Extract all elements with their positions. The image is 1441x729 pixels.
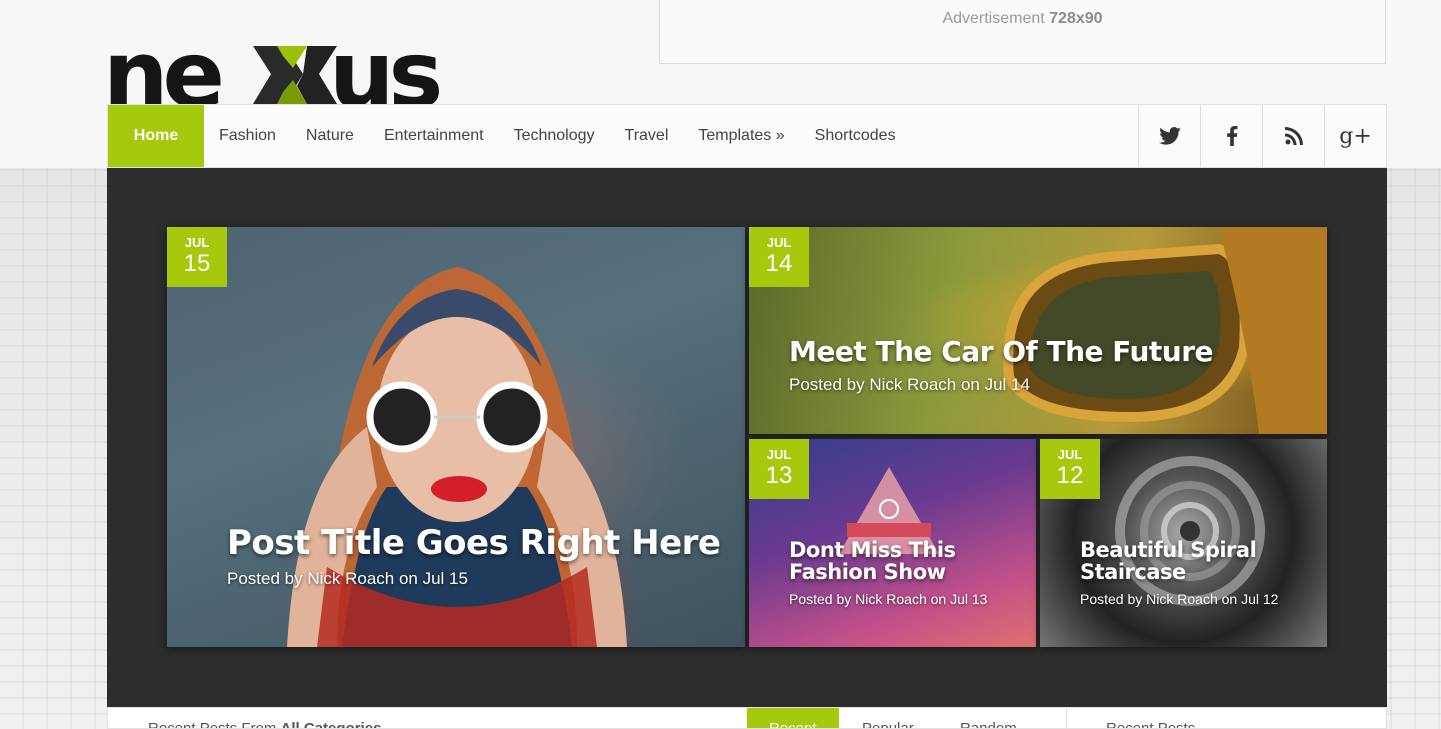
featured-post-3[interactable]: JUL 13 Dont Miss This Fashion Show Poste…: [749, 439, 1036, 647]
nav-item-entertainment[interactable]: Entertainment: [369, 105, 499, 167]
svg-text:us: us: [329, 40, 439, 106]
featured-post-1[interactable]: JUL 15 Post Title Goes Right Here Posted…: [167, 227, 745, 647]
post-image-car-mirror: [1003, 227, 1327, 434]
sidebar-recent-posts-title: Recent Posts: [1106, 720, 1196, 729]
post-date-badge: JUL 13: [749, 439, 809, 499]
recent-posts-category: All Categories: [280, 720, 382, 729]
recent-posts-prefix: Recent Posts From: [148, 720, 277, 729]
post-month: JUL: [184, 235, 210, 250]
post-meta: Posted by Nick Roach on Jul 13: [789, 591, 988, 607]
social-links: g+: [1138, 105, 1386, 167]
divider: [1066, 708, 1067, 728]
post-date-badge: JUL 12: [1040, 439, 1100, 499]
tab-recent[interactable]: Recent: [747, 708, 839, 729]
post-title[interactable]: Dont Miss This Fashion Show: [789, 539, 1009, 583]
post-meta: Posted by Nick Roach on Jul 14: [789, 375, 1030, 394]
nav-item-templates[interactable]: Templates »: [683, 105, 799, 167]
post-month: JUL: [1057, 447, 1083, 462]
tab-recent-label: Recent: [769, 720, 817, 729]
rss-icon: [1284, 127, 1303, 145]
post-title[interactable]: Beautiful Spiral Staircase: [1080, 539, 1300, 583]
post-meta: Posted by Nick Roach on Jul 15: [227, 569, 468, 588]
nav-item-technology[interactable]: Technology: [499, 105, 610, 167]
nav-item-travel[interactable]: Travel: [610, 105, 684, 167]
featured-post-4[interactable]: JUL 12 Beautiful Spiral Staircase Posted…: [1040, 439, 1327, 647]
post-month: JUL: [766, 447, 792, 462]
nav-item-nature[interactable]: Nature: [291, 105, 369, 167]
recent-posts-heading: Recent Posts From All Categories: [148, 720, 382, 729]
featured-slider: JUL 15 Post Title Goes Right Here Posted…: [107, 168, 1387, 708]
facebook-button[interactable]: [1200, 105, 1262, 167]
post-date-badge: JUL 15: [167, 227, 227, 287]
facebook-icon: [1226, 126, 1237, 146]
post-day: 14: [765, 250, 793, 277]
featured-post-2[interactable]: JUL 14 Meet The Car Of The Future Posted…: [749, 227, 1327, 434]
twitter-icon: [1158, 127, 1181, 145]
post-month: JUL: [766, 235, 792, 250]
advertisement-banner[interactable]: Advertisement 728x90: [659, 0, 1386, 64]
post-date-badge: JUL 14: [749, 227, 809, 287]
google-plus-button[interactable]: g+: [1324, 105, 1386, 167]
post-day: 13: [765, 462, 793, 489]
post-meta: Posted by Nick Roach on Jul 12: [1080, 591, 1279, 607]
main-nav: Home Fashion Nature Entertainment Techno…: [107, 104, 1387, 168]
content-header-bar: Recent Posts From All Categories Recent …: [107, 707, 1387, 729]
ad-size: 728x90: [1049, 10, 1103, 27]
post-title[interactable]: Meet The Car Of The Future: [789, 335, 1214, 368]
nav-item-home[interactable]: Home: [108, 105, 204, 167]
tab-popular[interactable]: Popular: [862, 720, 914, 728]
logo-graphic: ne us: [107, 40, 445, 106]
post-day: 12: [1056, 462, 1084, 489]
post-title[interactable]: Post Title Goes Right Here: [227, 523, 721, 563]
nav-item-fashion[interactable]: Fashion: [204, 105, 291, 167]
twitter-button[interactable]: [1138, 105, 1200, 167]
tab-random[interactable]: Random: [960, 720, 1017, 728]
svg-text:ne: ne: [107, 40, 220, 106]
ad-label: Advertisement: [942, 10, 1045, 27]
google-plus-icon: g+: [1339, 123, 1372, 149]
nav-item-shortcodes[interactable]: Shortcodes: [800, 105, 911, 167]
post-day: 15: [183, 250, 211, 277]
site-logo[interactable]: ne us: [107, 40, 452, 106]
rss-button[interactable]: [1262, 105, 1324, 167]
